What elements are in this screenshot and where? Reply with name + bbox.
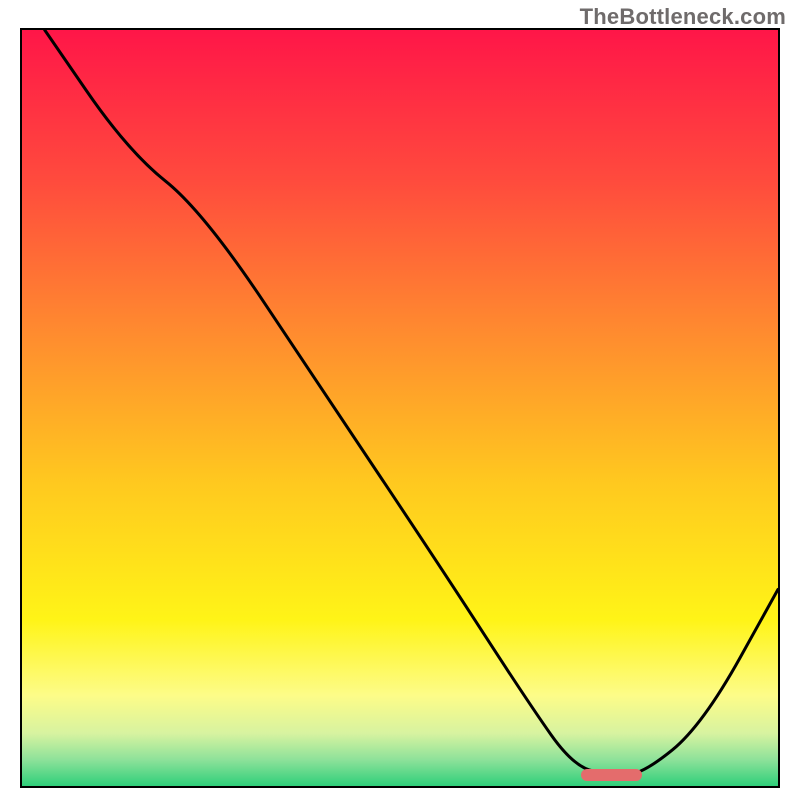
optimal-range-marker	[581, 769, 641, 781]
plot-area	[20, 28, 780, 788]
curve-line	[22, 30, 778, 786]
chart-container: TheBottleneck.com	[0, 0, 800, 800]
watermark-text: TheBottleneck.com	[580, 4, 786, 30]
